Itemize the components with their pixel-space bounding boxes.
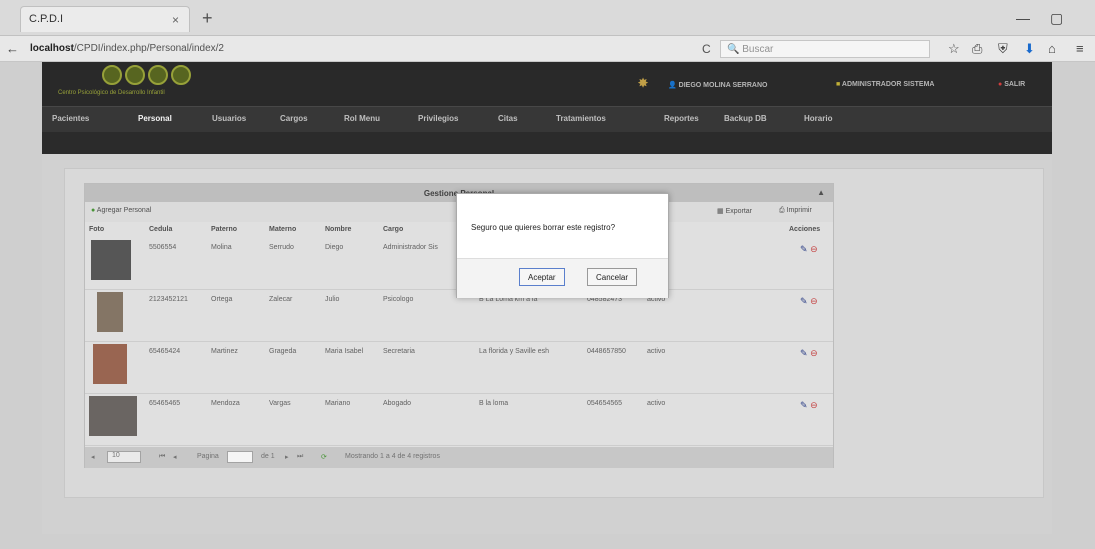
accept-button[interactable]: Aceptar — [519, 268, 565, 286]
dialog-footer: Aceptar Cancelar — [457, 258, 668, 298]
cancel-button[interactable]: Cancelar — [587, 268, 638, 286]
confirm-dialog: Seguro que quieres borrar este registro?… — [456, 193, 669, 298]
confirm-message: Seguro que quieres borrar este registro? — [471, 223, 616, 232]
